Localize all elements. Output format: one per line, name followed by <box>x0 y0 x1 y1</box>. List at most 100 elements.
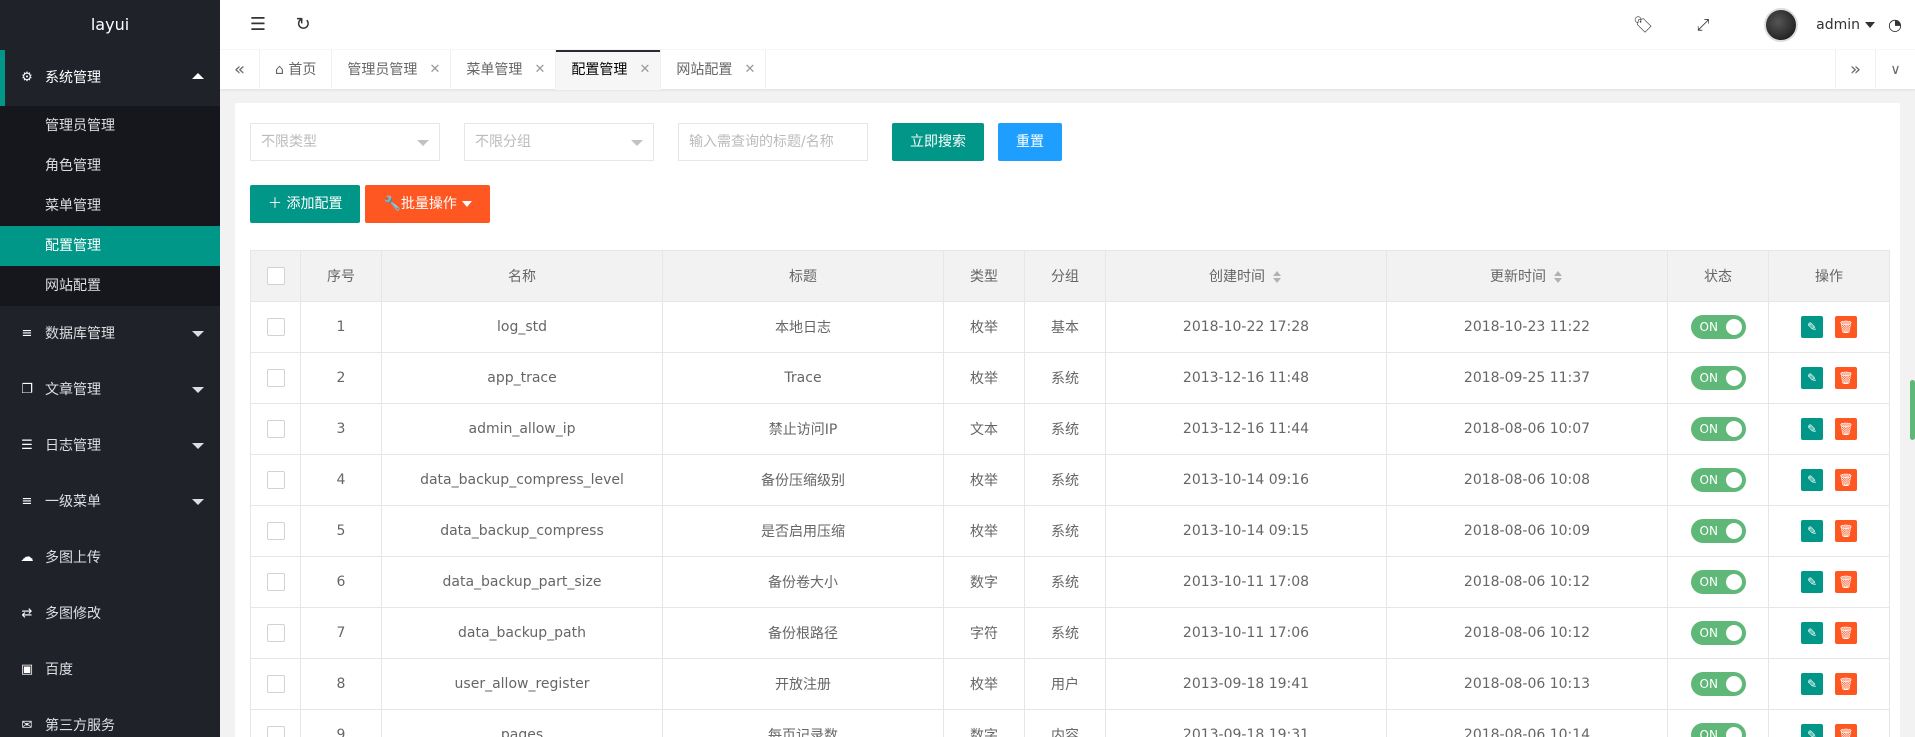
tabs-dropdown-icon[interactable]: ∨ <box>1875 50 1915 90</box>
logo[interactable]: layui <box>0 0 220 50</box>
fullscreen-icon[interactable]: ⤢ <box>1683 0 1723 50</box>
status-switch[interactable]: ON <box>1690 315 1746 339</box>
menu-fold-icon[interactable]: ☰ <box>238 0 278 50</box>
row-checkbox[interactable] <box>266 573 285 591</box>
trash-icon[interactable]: 🗑 <box>1835 520 1857 542</box>
row-checkbox[interactable] <box>266 624 285 642</box>
add-config-button[interactable]: ＋ 添加配置 <box>250 185 361 223</box>
row-select-cell <box>250 352 301 404</box>
sidebar-item-site-config[interactable]: 网站配置 <box>0 266 220 306</box>
sidebar-group-logs[interactable]: ☰ 日志管理 <box>0 418 220 474</box>
status-switch[interactable]: ON <box>1690 417 1746 441</box>
cell-title: 备份根路径 <box>662 607 944 659</box>
tab-home[interactable]: ⌂ 首页 <box>260 50 333 90</box>
cell-type: 枚举 <box>943 301 1025 353</box>
user-menu[interactable]: admin <box>1764 0 1875 50</box>
edit-icon[interactable]: ✎ <box>1801 316 1823 338</box>
status-switch[interactable]: ON <box>1690 723 1746 737</box>
scrollbar-thumb[interactable] <box>1910 380 1915 440</box>
edit-icon[interactable]: ✎ <box>1801 724 1823 737</box>
sort-icon[interactable] <box>1554 271 1564 283</box>
close-icon[interactable]: ✕ <box>639 50 650 90</box>
edit-icon[interactable]: ✎ <box>1801 622 1823 644</box>
col-label: 创建时间 <box>1209 269 1265 285</box>
type-select[interactable]: 不限类型 <box>250 123 440 161</box>
switch-knob <box>1725 574 1742 590</box>
status-switch[interactable]: ON <box>1690 672 1746 696</box>
sidebar-item-multi-upload[interactable]: ☁ 多图上传 <box>0 530 220 586</box>
tag-icon[interactable]: 🏷 <box>1623 0 1663 50</box>
tabs-scroll-right-icon[interactable]: » <box>1835 50 1875 90</box>
edit-icon[interactable]: ✎ <box>1801 469 1823 491</box>
chevron-down-icon <box>192 443 204 449</box>
avatar[interactable] <box>1764 8 1799 42</box>
trash-icon[interactable]: 🗑 <box>1835 622 1857 644</box>
search-input[interactable] <box>678 123 868 161</box>
sidebar-group-label: 一级菜单 <box>45 494 101 510</box>
close-icon[interactable]: ✕ <box>744 50 755 90</box>
close-icon[interactable]: ✕ <box>429 50 440 90</box>
sort-icon[interactable] <box>1273 271 1283 283</box>
edit-icon[interactable]: ✎ <box>1801 520 1823 542</box>
trash-icon[interactable]: 🗑 <box>1835 316 1857 338</box>
switch-label: ON <box>1699 473 1718 487</box>
close-icon[interactable]: ✕ <box>534 50 545 90</box>
edit-icon[interactable]: ✎ <box>1801 571 1823 593</box>
row-checkbox[interactable] <box>266 522 285 540</box>
tab-menus[interactable]: 菜单管理 ✕ <box>451 50 557 90</box>
row-checkbox[interactable] <box>266 726 285 737</box>
status-switch[interactable]: ON <box>1690 366 1746 390</box>
group-select[interactable]: 不限分组 <box>464 123 654 161</box>
row-checkbox[interactable] <box>266 318 285 336</box>
col-created[interactable]: 创建时间 <box>1105 250 1387 302</box>
edit-icon[interactable]: ✎ <box>1801 418 1823 440</box>
row-checkbox[interactable] <box>266 369 285 387</box>
username[interactable]: admin <box>1816 0 1860 50</box>
row-checkbox[interactable] <box>266 471 285 489</box>
row-checkbox[interactable] <box>266 420 285 438</box>
trash-icon[interactable]: 🗑 <box>1835 673 1857 695</box>
sidebar-group-system[interactable]: ⚙ 系统管理 <box>0 50 220 106</box>
row-checkbox[interactable] <box>266 675 285 693</box>
reset-button[interactable]: 重置 <box>998 123 1062 161</box>
trash-icon[interactable]: 🗑 <box>1835 571 1857 593</box>
search-button[interactable]: 立即搜索 <box>892 123 984 161</box>
edit-icon[interactable]: ✎ <box>1801 673 1823 695</box>
select-all-checkbox[interactable] <box>266 267 285 285</box>
tasks-icon: ☰ <box>21 438 33 453</box>
status-switch[interactable]: ON <box>1690 519 1746 543</box>
tabs-scroll-left-icon[interactable]: « <box>220 50 260 90</box>
status-switch[interactable]: ON <box>1690 468 1746 492</box>
cell-name: pages <box>381 709 663 737</box>
trash-icon[interactable]: 🗑 <box>1835 724 1857 737</box>
col-actions: 操作 <box>1768 250 1890 302</box>
edit-icon[interactable]: ✎ <box>1801 367 1823 389</box>
tab-site-config[interactable]: 网站配置 ✕ <box>661 50 767 90</box>
sidebar-group-articles[interactable]: ❐ 文章管理 <box>0 362 220 418</box>
trash-icon[interactable]: 🗑 <box>1835 418 1857 440</box>
sidebar-item-baidu[interactable]: ▣ 百度 <box>0 642 220 698</box>
status-switch[interactable]: ON <box>1690 621 1746 645</box>
row-select-cell <box>250 505 301 557</box>
top-header: ☰ ↻ 🏷 ⤢ admin ◔ <box>220 0 1915 50</box>
theme-palette-icon[interactable]: ◔ <box>1875 0 1915 50</box>
sidebar-group-third-party[interactable]: ✉ 第三方服务 <box>0 698 220 737</box>
tab-admins[interactable]: 管理员管理 ✕ <box>332 50 452 90</box>
sidebar-item-config[interactable]: 配置管理 <box>0 226 220 266</box>
switch-label: ON <box>1699 320 1718 334</box>
sidebar-group-database[interactable]: ≡ 数据库管理 <box>0 306 220 362</box>
refresh-icon[interactable]: ↻ <box>283 0 323 50</box>
sidebar-item-menus[interactable]: 菜单管理 <box>0 186 220 226</box>
sidebar: layui ⚙ 系统管理 管理员管理 角色管理 菜单管理 配置管理 网站配置 ≡… <box>0 0 220 737</box>
trash-icon[interactable]: 🗑 <box>1835 469 1857 491</box>
batch-actions-button[interactable]: 🔧批量操作 <box>365 185 490 223</box>
status-switch[interactable]: ON <box>1690 570 1746 594</box>
col-updated[interactable]: 更新时间 <box>1386 250 1668 302</box>
trash-icon[interactable]: 🗑 <box>1835 367 1857 389</box>
sidebar-item-admins[interactable]: 管理员管理 <box>0 106 220 146</box>
sidebar-group-level1[interactable]: ≡ 一级菜单 <box>0 474 220 530</box>
sidebar-item-multi-edit[interactable]: ⇄ 多图修改 <box>0 586 220 642</box>
sidebar-item-roles[interactable]: 角色管理 <box>0 146 220 186</box>
cell-title: 是否启用压缩 <box>662 505 944 557</box>
tab-config[interactable]: 配置管理 ✕ <box>556 50 662 90</box>
